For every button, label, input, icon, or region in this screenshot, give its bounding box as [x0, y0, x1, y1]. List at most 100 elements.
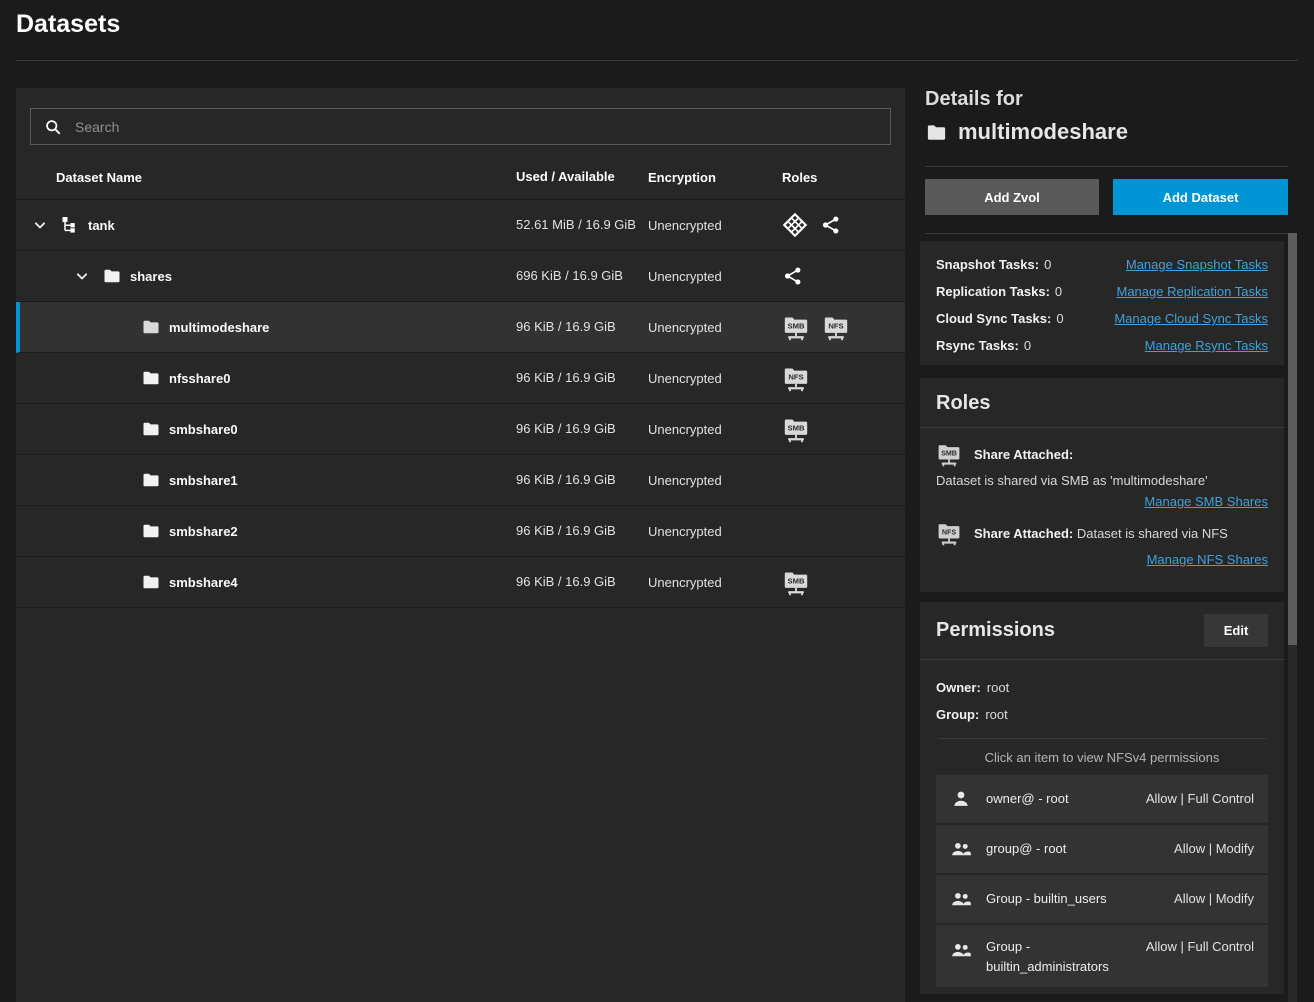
smb-share-icon: SMB [782, 416, 810, 443]
nfs-share-description: Dataset is shared via NFS [1077, 526, 1228, 541]
snapshot-tasks-count: 0 [1044, 257, 1051, 272]
page-title: Datasets [16, 10, 120, 39]
acl-who: Group - builtin_administrators [986, 937, 1136, 977]
details-actions: Add Zvol Add Dataset [925, 179, 1288, 215]
chevron-down-icon[interactable] [30, 215, 50, 235]
folder-icon [141, 470, 161, 490]
manage-nfs-shares-link[interactable]: Manage NFS Shares [1147, 552, 1268, 567]
add-dataset-button[interactable]: Add Dataset [1113, 179, 1288, 215]
svg-text:SMB: SMB [788, 423, 805, 432]
used-available: 96 KiB / 16.9 GiB [516, 370, 616, 385]
chevron-down-icon[interactable] [72, 266, 92, 286]
owner-row: Owner: root [936, 674, 1268, 701]
folder-icon [141, 521, 161, 541]
details-header: Details for multimodeshare [925, 88, 1288, 145]
encryption-state: Unencrypted [648, 218, 722, 233]
add-zvol-button[interactable]: Add Zvol [925, 179, 1099, 215]
details-for-label: Details for [925, 88, 1288, 111]
search-box[interactable] [30, 108, 891, 145]
dataset-name: smbshare0 [169, 422, 238, 437]
replication-tasks-label: Replication Tasks: [936, 284, 1050, 299]
details-dataset-name: multimodeshare [958, 119, 1128, 145]
snapshot-tasks-row: Snapshot Tasks:0 Manage Snapshot Tasks [936, 251, 1268, 278]
manage-rsync-tasks-link[interactable]: Manage Rsync Tasks [1145, 338, 1268, 353]
owner-value: root [987, 680, 1009, 695]
title-divider [16, 60, 1298, 61]
svg-text:SMB: SMB [941, 449, 957, 457]
rsync-tasks-row: Rsync Tasks:0 Manage Rsync Tasks [936, 332, 1268, 359]
details-scrollbar-track[interactable] [1288, 233, 1297, 1002]
group-row: Group: root [936, 701, 1268, 728]
acl-item-builtin-administrators[interactable]: Group - builtin_administrators Allow | F… [936, 925, 1268, 987]
nfs-share-icon: NFS [822, 314, 850, 341]
share-role-icon [820, 214, 842, 236]
replication-tasks-count: 0 [1055, 284, 1062, 299]
smb-share-icon: SMB [782, 314, 810, 341]
svg-text:NFS: NFS [942, 528, 956, 536]
roles-heading: Roles [936, 392, 1268, 415]
smb-share-attached-label: Share Attached: [974, 447, 1073, 462]
details-divider [925, 233, 1288, 234]
apps-role-icon [782, 212, 808, 238]
dataset-name: smbshare2 [169, 524, 238, 539]
dataset-name: tank [88, 218, 115, 233]
nfs-share-icon: NFS [782, 365, 810, 392]
table-row-tank[interactable]: tank 52.61 MiB / 16.9 GiB Unencrypted [16, 200, 905, 251]
used-available: 96 KiB / 16.9 GiB [516, 472, 616, 487]
roles-card: Roles SMB Share Attached: Dataset is sha… [920, 378, 1284, 592]
used-available: 696 KiB / 16.9 GiB [516, 268, 623, 283]
used-available: 96 KiB / 16.9 GiB [516, 421, 616, 436]
person-icon [950, 788, 972, 810]
acl-who: owner@ - root [986, 789, 1136, 809]
dataset-name: shares [130, 269, 172, 284]
svg-text:SMB: SMB [788, 576, 805, 585]
search-input[interactable] [75, 119, 878, 135]
svg-text:NFS: NFS [828, 321, 843, 330]
folder-icon [141, 368, 161, 388]
acl-access: Allow | Full Control [1136, 789, 1254, 809]
smb-share-icon: SMB [936, 442, 962, 467]
dataset-name: smbshare4 [169, 575, 238, 590]
cloud-sync-tasks-row: Cloud Sync Tasks:0 Manage Cloud Sync Tas… [936, 305, 1268, 332]
folder-icon [141, 572, 161, 592]
folder-icon [925, 121, 948, 144]
encryption-state: Unencrypted [648, 575, 722, 590]
share-role-icon [782, 265, 804, 287]
rsync-tasks-label: Rsync Tasks: [936, 338, 1019, 353]
manage-cloud-sync-tasks-link[interactable]: Manage Cloud Sync Tasks [1114, 311, 1268, 326]
table-row-nfsshare0[interactable]: nfsshare0 96 KiB / 16.9 GiB Unencrypted … [16, 353, 905, 404]
acl-item-group[interactable]: group@ - root Allow | Modify [936, 825, 1268, 873]
column-encryption: Encryption [648, 170, 782, 185]
manage-smb-shares-link[interactable]: Manage SMB Shares [1144, 494, 1268, 509]
search-wrap [16, 88, 905, 156]
permissions-card: Permissions Edit Owner: root Group: root… [920, 602, 1284, 994]
encryption-state: Unencrypted [648, 524, 722, 539]
group-value: root [985, 707, 1007, 722]
used-available: 52.61 MiB / 16.9 GiB [516, 217, 636, 232]
manage-snapshot-tasks-link[interactable]: Manage Snapshot Tasks [1126, 257, 1268, 272]
table-row-multimodeshare[interactable]: multimodeshare 96 KiB / 16.9 GiB Unencry… [16, 302, 905, 353]
permissions-heading: Permissions [936, 619, 1055, 642]
used-available: 96 KiB / 16.9 GiB [516, 319, 616, 334]
table-row-smbshare0[interactable]: smbshare0 96 KiB / 16.9 GiB Unencrypted … [16, 404, 905, 455]
people-icon [950, 939, 972, 961]
datasets-panel: Dataset Name Used / Available Encryption… [16, 88, 905, 1002]
table-row-smbshare2[interactable]: smbshare2 96 KiB / 16.9 GiB Unencrypted [16, 506, 905, 557]
folder-icon [141, 419, 161, 439]
table-row-smbshare1[interactable]: smbshare1 96 KiB / 16.9 GiB Unencrypted [16, 455, 905, 506]
column-used-available: Used / Available [516, 168, 648, 186]
table-row-shares[interactable]: shares 696 KiB / 16.9 GiB Unencrypted [16, 251, 905, 302]
manage-replication-tasks-link[interactable]: Manage Replication Tasks [1116, 284, 1268, 299]
table-row-smbshare4[interactable]: smbshare4 96 KiB / 16.9 GiB Unencrypted … [16, 557, 905, 608]
details-divider [925, 166, 1288, 167]
group-label: Group: [936, 707, 979, 722]
acl-item-owner[interactable]: owner@ - root Allow | Full Control [936, 775, 1268, 823]
cloud-sync-tasks-count: 0 [1056, 311, 1063, 326]
acl-access: Allow | Modify [1136, 889, 1254, 909]
acl-access: Allow | Full Control [1136, 937, 1254, 957]
acl-item-builtin-users[interactable]: Group - builtin_users Allow | Modify [936, 875, 1268, 923]
edit-permissions-button[interactable]: Edit [1204, 614, 1268, 647]
details-scrollbar-thumb[interactable] [1288, 233, 1297, 645]
used-available: 96 KiB / 16.9 GiB [516, 574, 616, 589]
thin-divider [938, 738, 1266, 739]
